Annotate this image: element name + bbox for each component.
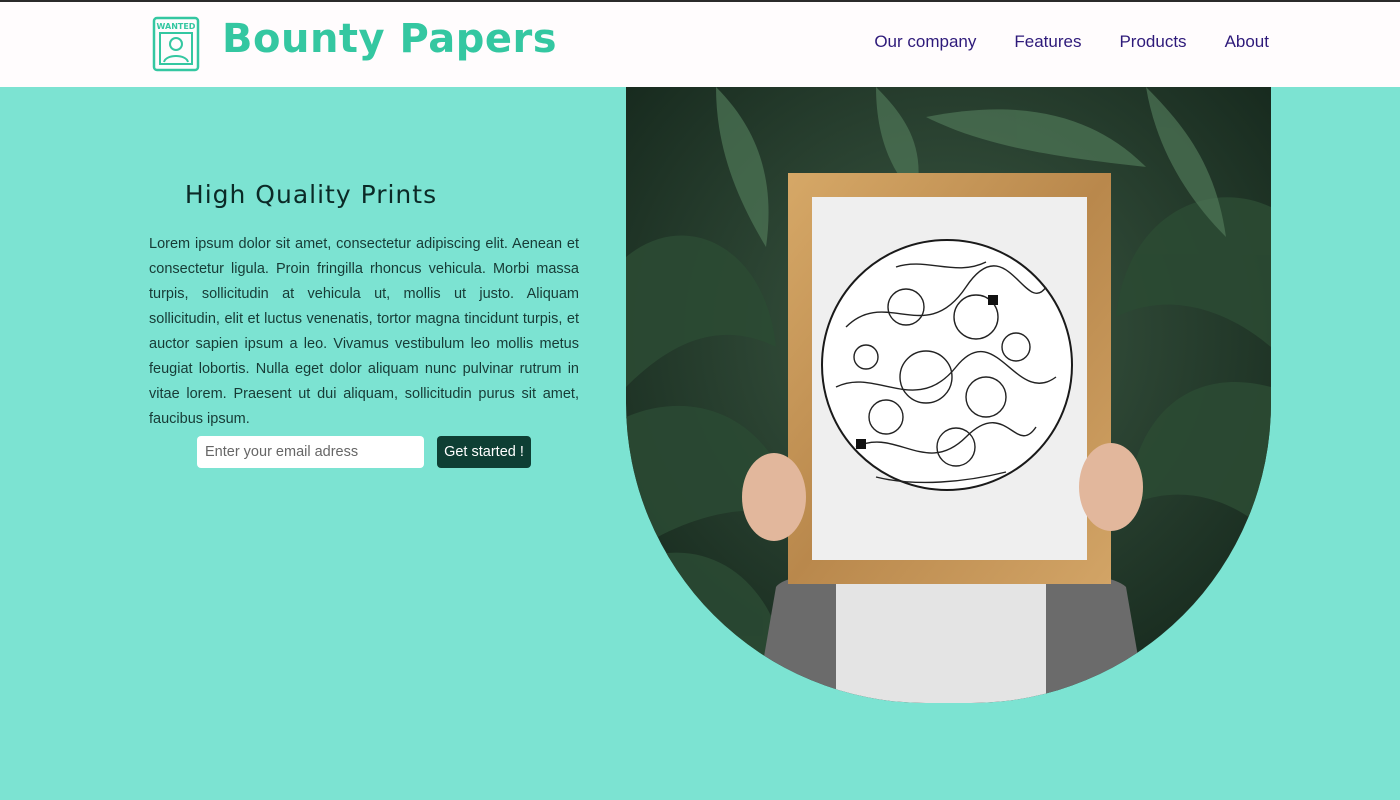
site-header: WANTED Bounty Papers Our company Feature… (0, 2, 1400, 87)
nav-products[interactable]: Products (1119, 32, 1186, 52)
framed-doodle-art-photo (626, 87, 1271, 703)
nav-our-company[interactable]: Our company (874, 32, 976, 52)
logo-wanted-text: WANTED (157, 22, 196, 31)
brand-name[interactable]: Bounty Papers (222, 16, 557, 62)
nav-about[interactable]: About (1225, 32, 1269, 52)
hero-title: High Quality Prints (184, 180, 438, 209)
get-started-button[interactable]: Get started ! (437, 436, 531, 468)
wanted-poster-icon[interactable]: WANTED (152, 16, 200, 72)
email-input[interactable] (197, 436, 424, 468)
main-nav: Our company Features Products About (874, 32, 1269, 52)
hero-description: Lorem ipsum dolor sit amet, consectetur … (149, 236, 579, 427)
nav-features[interactable]: Features (1014, 32, 1081, 52)
